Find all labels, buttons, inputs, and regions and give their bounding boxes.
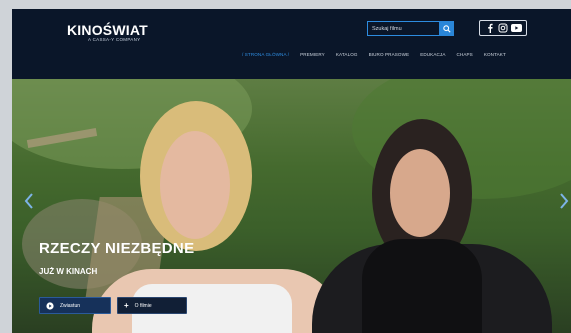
site-header: KINOŚWIAT A CASSA-Y COMPANY / STRONA GŁÓ…: [12, 9, 571, 79]
search-button[interactable]: [439, 21, 454, 36]
facebook-icon[interactable]: [484, 23, 495, 34]
main-nav: / STRONA GŁÓWNA / PREMIERY KATALOG BIURO…: [242, 52, 506, 57]
nav-item-education[interactable]: EDUKACJA: [420, 52, 445, 57]
nav-item-press-office[interactable]: BIURO PRASOWE: [369, 52, 410, 57]
plus-icon: +: [124, 300, 129, 310]
nav-item-catalog[interactable]: KATALOG: [336, 52, 358, 57]
logo-tagline: A CASSA-Y COMPANY: [88, 37, 141, 42]
logo[interactable]: KINOŚWIAT: [67, 22, 148, 38]
about-film-label: O filmie: [134, 302, 152, 309]
nav-item-chaps[interactable]: CHAPS: [457, 52, 473, 57]
prev-slide-icon[interactable]: [24, 192, 34, 210]
page-frame: KINOŚWIAT A CASSA-Y COMPANY / STRONA GŁÓ…: [12, 9, 571, 333]
hero-subtitle: JUŻ W KINACH: [39, 267, 98, 276]
social-links: [479, 20, 527, 36]
youtube-icon[interactable]: [510, 23, 522, 34]
play-icon: [46, 301, 54, 310]
nav-item-contact[interactable]: KONTAKT: [484, 52, 506, 57]
about-film-button[interactable]: + O filmie: [117, 297, 187, 314]
search-icon: [442, 24, 451, 33]
watch-trailer-label: Zwiastun: [60, 302, 81, 309]
hero-title: RZECZY NIEZBĘDNE: [39, 240, 195, 257]
watch-trailer-button[interactable]: Zwiastun: [39, 297, 111, 314]
hero-banner[interactable]: RZECZY NIEZBĘDNE JUŻ W KINACH Zwiastun +…: [12, 79, 571, 333]
next-slide-icon[interactable]: [559, 192, 569, 210]
nav-item-home[interactable]: / STRONA GŁÓWNA /: [242, 52, 289, 57]
nav-item-premieres[interactable]: PREMIERY: [300, 52, 325, 57]
instagram-icon[interactable]: [497, 23, 508, 34]
hero-background-image: [12, 79, 571, 333]
